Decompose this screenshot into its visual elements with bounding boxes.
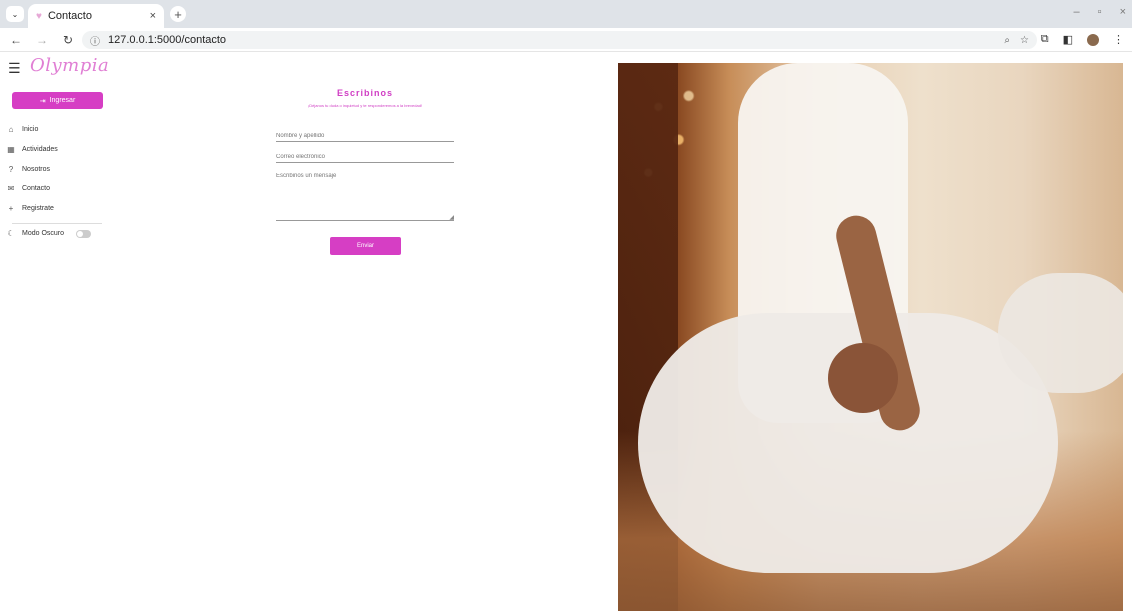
bookmark-star-icon[interactable]: ☆	[1020, 35, 1029, 46]
sidebar-item-label: Inicio	[22, 126, 39, 133]
address-bar[interactable]: ⓘ 127.0.0.1:5000/contacto ⌕ ☆	[82, 31, 1037, 49]
window-controls: – ▫ ×	[1074, 6, 1126, 18]
sidebar-item-label: Contacto	[22, 185, 51, 192]
browser-tab-bar: ⌄ ♥ Contacto × + – ▫ ×	[0, 0, 1132, 28]
login-button-label: Ingresar	[49, 97, 76, 104]
sidebar-item-actividades[interactable]: ▦ Actividades	[6, 145, 58, 154]
page-content: ☰ Olympia ⇥ Ingresar ⌂ Inicio ▦ Activida…	[0, 53, 1132, 611]
hero-knee	[998, 273, 1123, 393]
dark-mode-label: Modo Oscuro	[22, 230, 65, 237]
form-subtitle: ¡Déjanos tu duda o inquietud y te respon…	[307, 103, 423, 108]
reload-icon[interactable]: ↻	[58, 33, 78, 47]
close-window-button[interactable]: ×	[1120, 6, 1126, 18]
login-button[interactable]: ⇥ Ingresar	[12, 92, 103, 109]
url-text: 127.0.0.1:5000/contacto	[108, 34, 227, 46]
email-input[interactable]	[276, 151, 454, 163]
sidebar-item-registrate[interactable]: + Registrate	[6, 204, 54, 213]
sidebar-item-inicio[interactable]: ⌂ Inicio	[6, 125, 39, 134]
site-logo[interactable]: Olympia	[30, 55, 109, 76]
sidebar-item-label: Nosotros	[22, 166, 51, 173]
send-button[interactable]: Enviar	[330, 237, 401, 255]
zoom-icon[interactable]: ⌕	[1004, 35, 1010, 46]
restore-button[interactable]: ▫	[1098, 6, 1102, 18]
plus-icon: +	[8, 204, 14, 213]
sidebar-item-label: Registrate	[22, 205, 54, 212]
activities-icon: ▦	[7, 145, 15, 154]
menu-kebab-icon[interactable]: ⋮	[1113, 33, 1124, 46]
sidebar-divider	[12, 223, 102, 224]
sidebar: ☰ Olympia ⇥ Ingresar ⌂ Inicio ▦ Activida…	[0, 53, 120, 611]
tab-close-icon[interactable]: ×	[150, 10, 156, 22]
moon-icon: ☾	[7, 229, 15, 238]
back-icon[interactable]: ←	[6, 33, 26, 47]
browser-tab[interactable]: ♥ Contacto ×	[28, 4, 164, 28]
form-title: Escribinos	[336, 88, 393, 98]
browser-toolbar: ← → ↻ ⓘ 127.0.0.1:5000/contacto ⌕ ☆ ⧉ ◧ …	[0, 28, 1132, 52]
forward-icon[interactable]: →	[32, 33, 52, 47]
name-input[interactable]	[276, 130, 454, 142]
yoga-hero-image	[618, 63, 1123, 611]
question-icon: ?	[8, 165, 14, 174]
site-info-icon[interactable]: ⓘ	[90, 33, 100, 48]
message-textarea[interactable]	[276, 173, 454, 221]
new-tab-button[interactable]: +	[170, 6, 186, 22]
login-icon: ⇥	[39, 97, 46, 105]
side-panel-icon[interactable]: ◧	[1063, 33, 1073, 46]
hero-hand	[828, 343, 898, 413]
sidebar-item-label: Actividades	[22, 146, 58, 153]
tab-title: Contacto	[47, 10, 92, 22]
sidebar-item-nosotros[interactable]: ? Nosotros	[6, 165, 50, 174]
home-icon: ⌂	[8, 125, 14, 134]
hamburger-menu-icon[interactable]: ☰	[8, 61, 22, 75]
minimize-button[interactable]: –	[1074, 6, 1080, 18]
toolbar-actions: ⧉ ◧ ⋮	[1041, 33, 1124, 46]
favicon-icon: ♥	[36, 10, 42, 22]
mail-icon: ✉	[7, 184, 15, 193]
profile-avatar[interactable]	[1087, 33, 1099, 46]
dark-mode-row: ☾ Modo Oscuro	[6, 229, 92, 238]
resize-grip-icon[interactable]: ◢	[449, 214, 454, 221]
extensions-icon[interactable]: ⧉	[1041, 33, 1049, 46]
dark-mode-toggle[interactable]	[76, 229, 92, 238]
sidebar-item-contacto[interactable]: ✉ Contacto	[6, 184, 50, 193]
tab-list-button[interactable]: ⌄	[6, 6, 24, 22]
